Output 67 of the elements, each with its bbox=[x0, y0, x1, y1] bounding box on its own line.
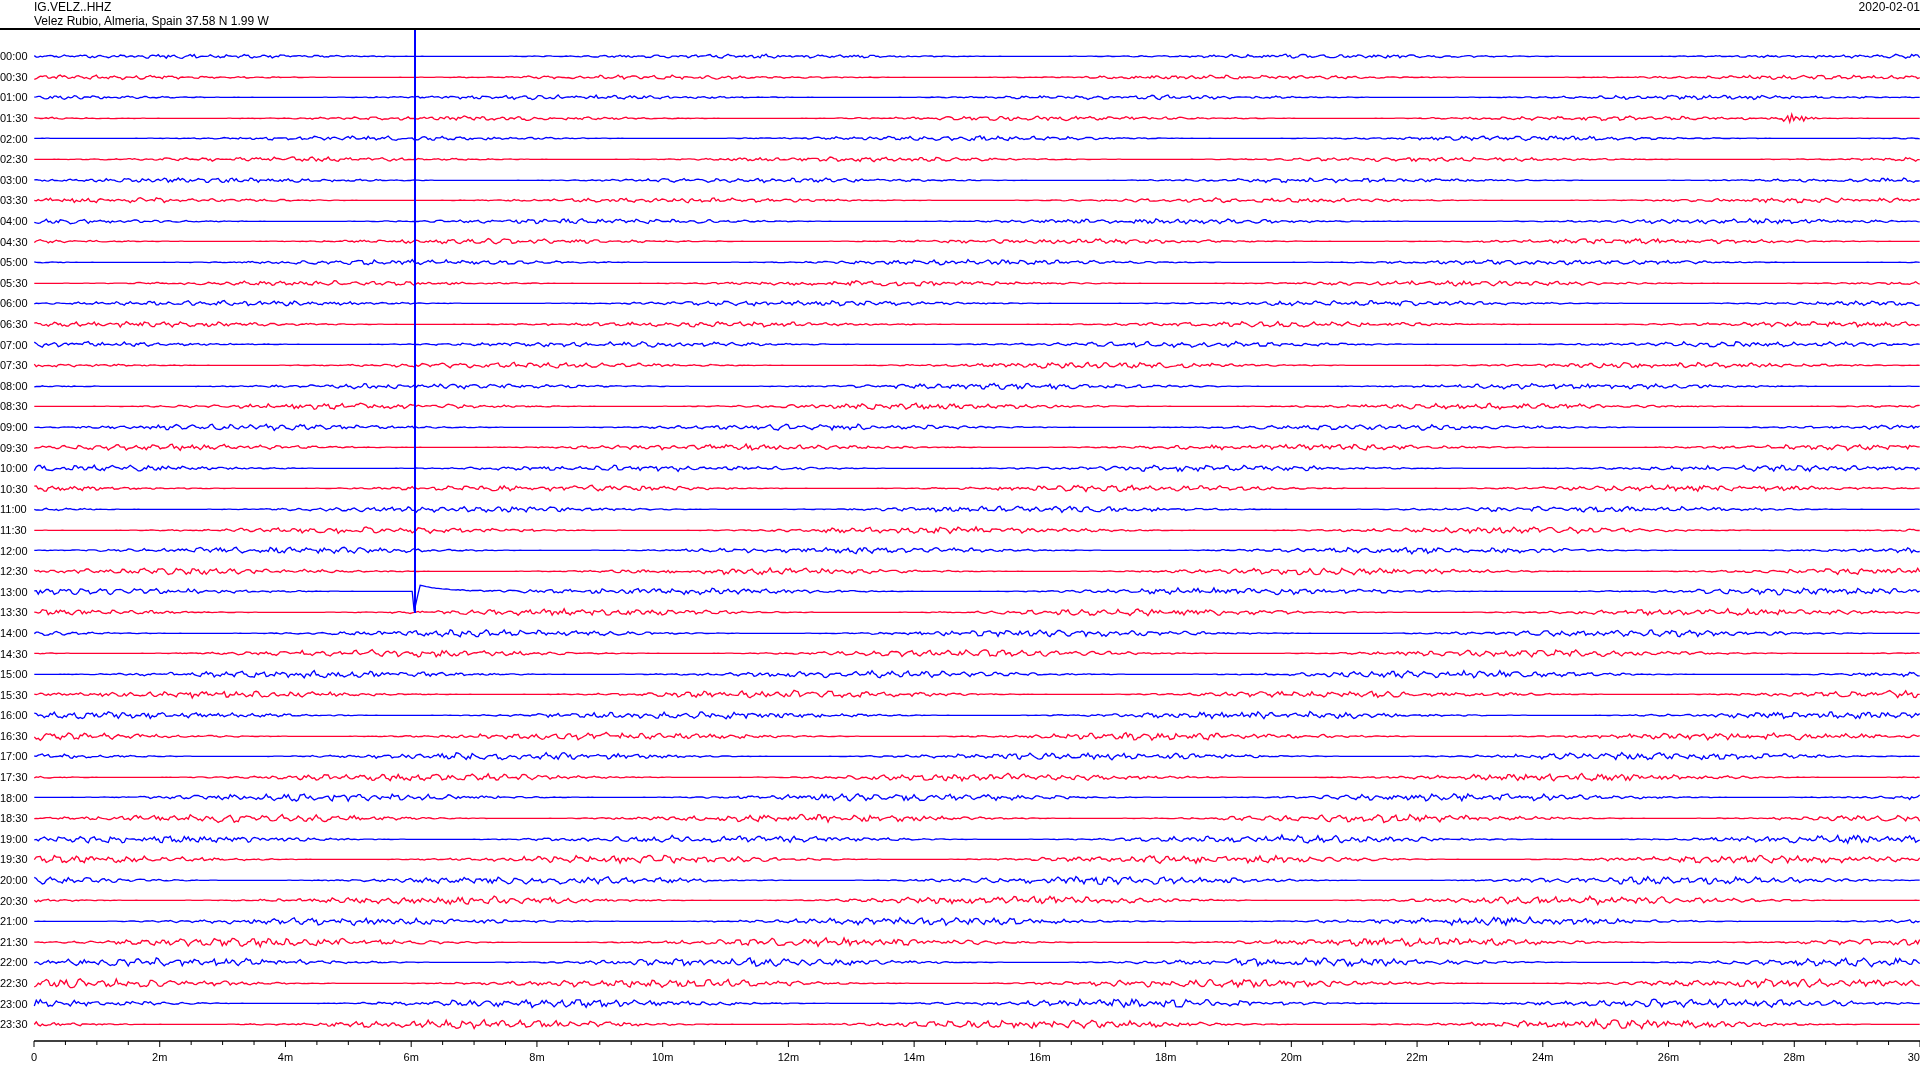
axis-label: 22m bbox=[1406, 1050, 1428, 1063]
time-label: 18:30 bbox=[0, 812, 29, 825]
time-label: 15:30 bbox=[0, 688, 29, 701]
axis-label: 10m bbox=[651, 1050, 674, 1063]
time-label: 00:30 bbox=[0, 70, 29, 83]
time-label: 10:00 bbox=[0, 462, 29, 475]
time-label: 04:00 bbox=[0, 215, 29, 228]
time-label: 23:30 bbox=[0, 1018, 29, 1031]
time-label: 17:30 bbox=[0, 771, 29, 784]
time-label: 22:30 bbox=[0, 977, 29, 989]
time-label: 01:30 bbox=[0, 112, 29, 125]
station-code: IG.VELZ..HHZ bbox=[34, 0, 113, 14]
station-location: Velez Rubio, Almeria, Spain 37.58 N 1.99 W bbox=[34, 14, 269, 28]
time-label: 15:00 bbox=[0, 668, 29, 681]
time-label: 22:00 bbox=[0, 956, 29, 969]
axis-label: 8m bbox=[529, 1050, 545, 1063]
time-label: 21:00 bbox=[0, 915, 29, 928]
time-label: 12:30 bbox=[0, 565, 29, 578]
time-label: 13:30 bbox=[0, 606, 29, 619]
time-label: 20:00 bbox=[0, 874, 29, 887]
time-label: 18:00 bbox=[0, 791, 29, 804]
time-label: 07:00 bbox=[0, 338, 29, 351]
axis-label: 4m bbox=[277, 1050, 294, 1063]
time-label: 05:30 bbox=[0, 276, 29, 289]
time-label: 02:00 bbox=[0, 132, 29, 145]
axis-label: 6m bbox=[403, 1050, 419, 1063]
axis-label: 24m bbox=[1532, 1050, 1554, 1063]
axis-label: 0 bbox=[31, 1050, 38, 1063]
time-label: 14:00 bbox=[0, 626, 29, 639]
time-label: 12:00 bbox=[0, 544, 29, 557]
time-label: 10:30 bbox=[0, 482, 29, 495]
axis-label: 26m bbox=[1657, 1050, 1680, 1063]
axis-label: 30 bbox=[1907, 1050, 1920, 1063]
time-label: 09:00 bbox=[0, 421, 29, 433]
time-label: 06:30 bbox=[0, 318, 29, 330]
time-label: 11:00 bbox=[0, 503, 28, 516]
time-label: 06:00 bbox=[0, 297, 29, 310]
axis-label: 12m bbox=[777, 1050, 800, 1063]
time-label: 13:00 bbox=[0, 585, 29, 598]
time-label: 19:00 bbox=[0, 832, 29, 845]
time-label: 21:30 bbox=[0, 935, 29, 948]
time-label: 03:30 bbox=[0, 194, 29, 207]
time-label: 03:00 bbox=[0, 173, 29, 186]
axis-label: 18m bbox=[1154, 1050, 1177, 1063]
time-label: 16:30 bbox=[0, 729, 29, 742]
time-label: 20:30 bbox=[0, 894, 29, 907]
time-label: 23:00 bbox=[0, 997, 29, 1010]
axis-label: 14m bbox=[903, 1050, 925, 1063]
time-label: 07:30 bbox=[0, 359, 29, 372]
time-label: 19:30 bbox=[0, 853, 29, 866]
time-label: 17:00 bbox=[0, 750, 29, 763]
axis-label: 16m bbox=[1029, 1050, 1051, 1063]
date-label: 2020-02-01 bbox=[1858, 0, 1920, 14]
time-label: 04:30 bbox=[0, 235, 29, 248]
time-label: 00:00 bbox=[0, 50, 29, 63]
time-label: 08:00 bbox=[0, 379, 29, 392]
time-label: 14:30 bbox=[0, 647, 29, 660]
time-label: 08:30 bbox=[0, 400, 29, 413]
time-label: 16:00 bbox=[0, 709, 29, 722]
time-label: 09:30 bbox=[0, 441, 29, 454]
axis-label: 20m bbox=[1280, 1050, 1303, 1063]
time-label: 05:00 bbox=[0, 256, 29, 269]
time-label: 11:30 bbox=[0, 523, 28, 536]
time-label: 02:30 bbox=[0, 153, 29, 166]
axis-label: 28m bbox=[1783, 1050, 1805, 1063]
axis-label: 2m bbox=[152, 1050, 168, 1063]
time-label: 01:00 bbox=[0, 91, 29, 104]
